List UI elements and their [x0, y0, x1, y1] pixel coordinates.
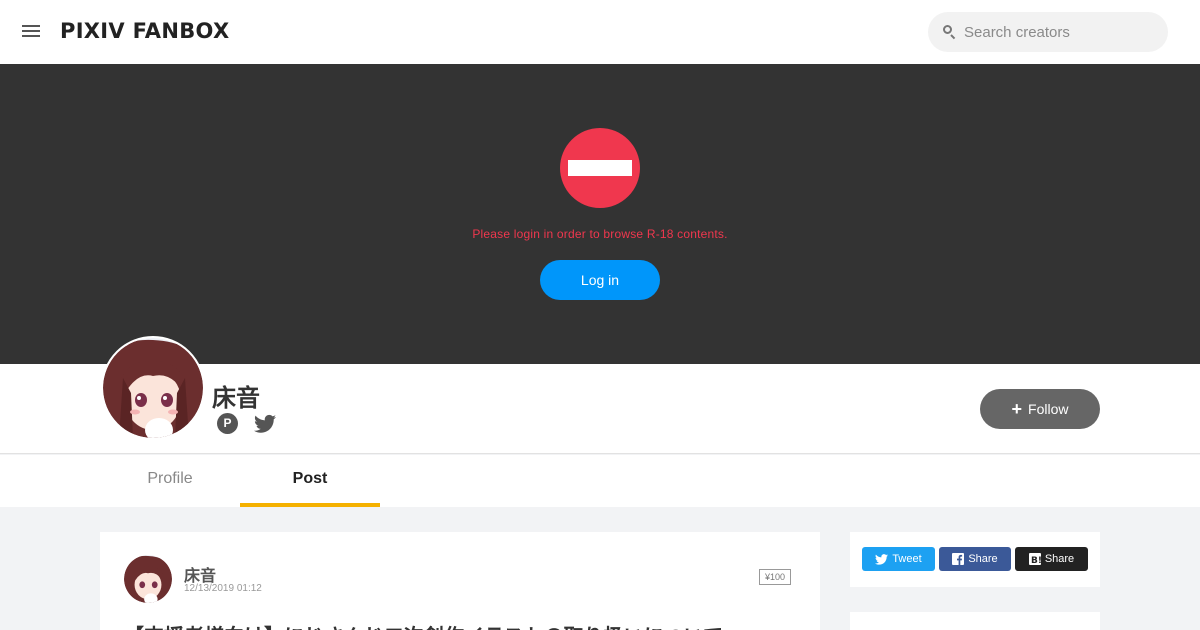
creator-tabs: Profile Post	[0, 455, 1200, 507]
creator-header: 床音 P + Follow	[0, 336, 1200, 454]
follow-button[interactable]: + Follow	[980, 389, 1100, 429]
search-icon	[942, 25, 956, 40]
twitter-bird-icon	[875, 553, 889, 565]
hamburger-menu-icon[interactable]	[22, 22, 42, 40]
plus-icon: +	[1011, 399, 1023, 419]
search-box[interactable]	[928, 12, 1168, 52]
facebook-icon	[952, 553, 965, 565]
search-input[interactable]	[964, 23, 1154, 41]
tab-profile[interactable]: Profile	[100, 455, 240, 507]
twitter-icon[interactable]	[254, 414, 276, 434]
login-button[interactable]: Log in	[540, 260, 660, 300]
hatena-share-label: Share	[1044, 553, 1075, 565]
facebook-share-label: Share	[968, 553, 998, 565]
follow-label: Follow	[1028, 401, 1069, 417]
share-box: Tweet Share B! Share	[850, 532, 1100, 587]
price-badge: ¥100	[759, 569, 792, 585]
fanbox-logo[interactable]: PIXIV FANBOX	[60, 19, 229, 43]
no-entry-icon	[560, 128, 640, 208]
hatena-share-button[interactable]: B! Share	[1015, 547, 1088, 571]
post-card[interactable]: 床音 12/13/2019 01:12 ¥100 【支援者様向け】にじさんじ二次…	[100, 532, 820, 630]
facebook-share-button[interactable]: Share	[939, 547, 1011, 571]
post-date: 12/13/2019 01:12	[184, 583, 262, 594]
creator-avatar[interactable]	[101, 336, 205, 440]
post-author-avatar[interactable]	[124, 555, 172, 603]
r18-login-message: Please login in order to browse R-18 con…	[472, 227, 728, 241]
creator-name: 床音	[212, 384, 260, 412]
cover-area: Please login in order to browse R-18 con…	[0, 64, 1200, 364]
hatena-icon: B!	[1028, 553, 1041, 565]
tab-post[interactable]: Post	[240, 455, 380, 507]
post-title[interactable]: 【支援者様向け】にじさんじ二次創作イラストの取り扱いについて	[124, 620, 723, 630]
tweet-button[interactable]: Tweet	[862, 547, 935, 571]
tweet-label: Tweet	[892, 553, 922, 565]
pixiv-profile-icon[interactable]: P	[217, 413, 238, 434]
top-header: PIXIV FANBOX	[0, 0, 1200, 64]
sidebar-card	[850, 612, 1100, 630]
svg-text:B!: B!	[1031, 556, 1041, 565]
